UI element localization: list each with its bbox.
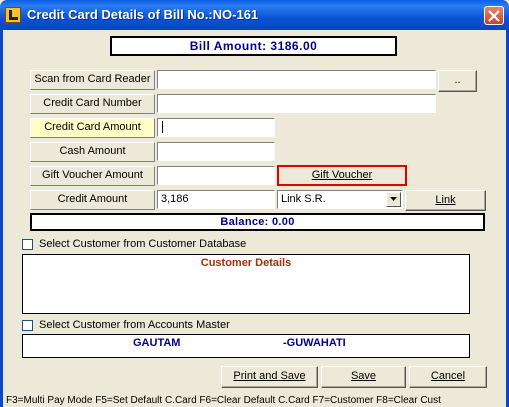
credit-card-number-field[interactable] bbox=[157, 94, 436, 113]
gift-voucher-button[interactable]: Gift Voucher bbox=[277, 165, 407, 186]
credit-card-number-label: Credit Card Number bbox=[30, 94, 155, 114]
scan-card-reader-label: Scan from Card Reader bbox=[30, 70, 155, 90]
scan-card-reader-field[interactable] bbox=[157, 70, 436, 89]
accounts-master-panel: GAUTAM -GUWAHATI bbox=[22, 334, 470, 358]
close-button[interactable] bbox=[484, 6, 504, 25]
browse-button[interactable]: .. bbox=[438, 70, 477, 92]
cancel-button[interactable]: Cancel bbox=[409, 366, 487, 388]
cash-amount-field[interactable] bbox=[157, 142, 275, 161]
gift-voucher-amount-label: Gift Voucher Amount bbox=[30, 166, 155, 186]
customer-details-panel: Customer Details bbox=[22, 254, 470, 314]
title-bar[interactable]: Credit Card Details of Bill No.:NO-161 bbox=[0, 0, 509, 30]
link-sr-select[interactable]: Link S.R. bbox=[277, 190, 403, 209]
link-button-label: Link bbox=[435, 194, 456, 206]
close-icon bbox=[488, 10, 500, 22]
customer-database-checkbox[interactable] bbox=[22, 238, 33, 250]
credit-amount-field[interactable]: 3,186 bbox=[157, 190, 275, 209]
link-sr-select-value: Link S.R. bbox=[281, 193, 326, 205]
print-and-save-label: Print and Save bbox=[233, 370, 306, 382]
customer-database-checkbox-label: Select Customer from Customer Database bbox=[39, 238, 247, 250]
balance-display: Balance: 0.00 bbox=[30, 213, 485, 231]
account-name: GAUTAM bbox=[133, 337, 181, 349]
select-accounts-master-option[interactable]: Select Customer from Accounts Master bbox=[22, 319, 230, 333]
credit-amount-label: Credit Amount bbox=[30, 190, 155, 210]
save-button[interactable]: Save bbox=[321, 366, 406, 388]
customer-details-title: Customer Details bbox=[200, 257, 292, 269]
select-customer-database-option[interactable]: Select Customer from Customer Database bbox=[22, 238, 246, 252]
accounts-master-checkbox[interactable] bbox=[22, 319, 33, 331]
account-place: -GUWAHATI bbox=[283, 337, 346, 349]
app-icon bbox=[5, 7, 21, 23]
print-and-save-button[interactable]: Print and Save bbox=[221, 366, 318, 388]
link-button[interactable]: Link bbox=[405, 190, 486, 211]
cash-amount-label: Cash Amount bbox=[30, 142, 155, 162]
gift-voucher-button-label: Gift Voucher bbox=[311, 169, 373, 181]
credit-card-amount-field[interactable] bbox=[157, 118, 275, 137]
bill-amount: Bill Amount: 3186.00 bbox=[110, 36, 397, 56]
status-bar-hints: F3=Multi Pay Mode F5=Set Default C.Card … bbox=[6, 395, 441, 406]
chevron-down-icon[interactable] bbox=[386, 192, 401, 207]
gift-voucher-amount-field[interactable] bbox=[157, 166, 275, 185]
save-label: Save bbox=[350, 370, 377, 382]
text-cursor bbox=[162, 121, 163, 134]
cancel-label: Cancel bbox=[430, 370, 466, 382]
accounts-master-checkbox-label: Select Customer from Accounts Master bbox=[39, 319, 230, 331]
credit-card-amount-label: Credit Card Amount bbox=[30, 118, 155, 138]
window-title: Credit Card Details of Bill No.:NO-161 bbox=[27, 7, 259, 22]
